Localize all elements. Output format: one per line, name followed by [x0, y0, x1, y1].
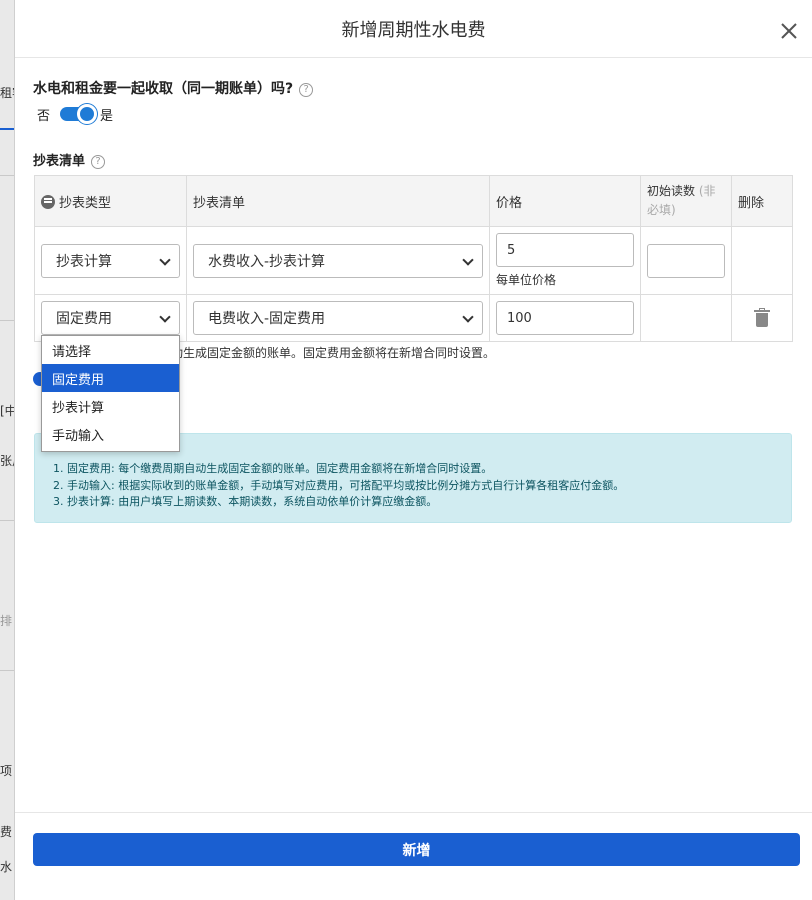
meter-type-dropdown: 请选择 固定费用 抄表计算 手动输入 — [41, 335, 180, 452]
meter-type-select[interactable]: 抄表计算 — [41, 243, 180, 278]
background-tab-indicator — [0, 128, 14, 130]
unit-price-label: 每单位价格 — [496, 273, 557, 287]
background-text: 项 — [0, 764, 13, 778]
meter-type-select[interactable]: 固定费用 — [41, 301, 180, 335]
add-utility-modal: 新增周期性水电费 水电和租金要一起收取（同一期账单）吗?? 否 是 抄表清单? … — [14, 0, 812, 900]
modal-header: 新增周期性水电费 — [15, 0, 812, 58]
meter-item-select[interactable]: 水费收入-抄表计算 — [193, 243, 483, 278]
chevron-down-icon — [159, 311, 171, 323]
table-header-row: 抄表类型 抄表清单 价格 初始读数 (非必填) 删除 — [34, 175, 793, 227]
combine-rent-toggle-row: 否 是 — [37, 104, 113, 124]
dropdown-option-selected[interactable]: 固定费用 — [42, 364, 179, 392]
chat-icon — [41, 194, 55, 209]
info-line: 3. 抄表计算: 由用户填写上期读数、本期读数，系统自动依单价计算应缴金额。 — [53, 495, 438, 508]
background-divider — [0, 670, 14, 671]
background-text: 费 — [0, 825, 13, 839]
background-divider — [0, 175, 14, 176]
meter-list-label-text: 抄表清单 — [33, 154, 86, 169]
toggle-on-label: 是 — [100, 108, 114, 124]
meter-item-select[interactable]: 电费收入-固定费用 — [193, 301, 483, 335]
combine-rent-question-text: 水电和租金要一起收取（同一期账单）吗? — [33, 81, 294, 97]
background-text: 排 — [0, 614, 13, 628]
column-header-price: 价格 — [489, 175, 641, 227]
combine-rent-toggle[interactable] — [60, 104, 98, 124]
dropdown-option[interactable]: 请选择 — [42, 336, 179, 364]
price-input[interactable]: 5 — [496, 233, 634, 267]
footer-divider — [15, 812, 812, 813]
close-icon[interactable] — [778, 20, 800, 42]
column-header-delete: 删除 — [731, 175, 793, 227]
meter-table: 抄表类型 抄表清单 价格 初始读数 (非必填) 删除 抄表计算 水费收入-抄表计… — [34, 175, 793, 342]
chevron-down-icon — [462, 253, 474, 266]
table-row: 抄表计算 水费收入-抄表计算 5 每单位价格 — [34, 226, 793, 295]
column-header-item: 抄表清单 — [186, 175, 490, 227]
chevron-down-icon — [462, 311, 474, 323]
help-icon[interactable]: ? — [299, 83, 314, 97]
price-input[interactable]: 100 — [496, 301, 634, 335]
info-line: 1. 固定费用: 每个缴费周期自动生成固定金额的账单。固定费用金额将在新增合同时… — [53, 462, 493, 475]
submit-button[interactable]: 新增 — [33, 833, 800, 866]
column-header-initial-reading: 初始读数 (非必填) — [640, 175, 732, 227]
column-header-type: 抄表类型 — [34, 175, 187, 227]
dropdown-option[interactable]: 手动输入 — [42, 420, 179, 448]
combine-rent-question: 水电和租金要一起收取（同一期账单）吗?? — [33, 78, 314, 98]
help-icon[interactable]: ? — [91, 155, 106, 169]
toggle-knob — [77, 104, 98, 124]
background-divider — [0, 520, 14, 521]
background-divider — [0, 320, 14, 321]
toggle-off-label: 否 — [37, 108, 51, 124]
meter-list-label: 抄表清单? — [33, 150, 106, 169]
initial-reading-input[interactable] — [647, 243, 725, 278]
trash-icon[interactable] — [754, 308, 770, 327]
modal-title: 新增周期性水电费 — [341, 20, 486, 41]
chevron-down-icon — [159, 253, 171, 266]
info-line: 2. 手动输入: 根据实际收到的账单金额，手动填写对应费用，可搭配平均或按比例分… — [53, 478, 625, 492]
background-text: 水 — [0, 860, 13, 874]
dropdown-option[interactable]: 抄表计算 — [42, 392, 179, 420]
